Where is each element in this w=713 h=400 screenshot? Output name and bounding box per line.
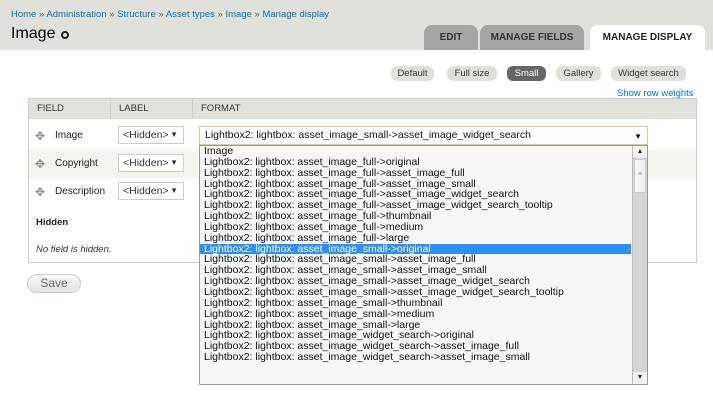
label-select[interactable]: <Hidden> ▼ <box>118 126 184 144</box>
breadcrumb-home[interactable]: Home <box>11 9 36 20</box>
column-header-label: LABEL <box>111 99 193 119</box>
label-select-value: <Hidden> <box>123 157 169 169</box>
breadcrumb-separator: » <box>38 9 45 20</box>
dropdown-option[interactable]: Lightbox2: lightbox: asset_image_full->a… <box>200 167 631 179</box>
shortcut-icon[interactable] <box>61 31 69 39</box>
format-select-value: Lightbox2: lightbox: asset_image_small->… <box>205 129 531 141</box>
breadcrumb-separator: » <box>217 9 223 20</box>
breadcrumb: Home » Administration » Structure » Asse… <box>11 9 329 20</box>
view-mode-widget-search[interactable]: Widget search <box>611 66 686 81</box>
scrollbar-thumb[interactable]: ≡ <box>634 159 646 193</box>
page-header: Home » Administration » Structure » Asse… <box>0 0 713 50</box>
page-title: Image <box>11 25 56 42</box>
label-select-value: <Hidden> <box>123 129 169 141</box>
drag-handle-icon[interactable]: ✥ <box>35 185 45 199</box>
breadcrumb-image[interactable]: Image <box>225 9 251 20</box>
scroll-up-icon[interactable]: ▲ <box>633 146 647 158</box>
chevron-down-icon: ▼ <box>170 186 178 195</box>
label-select[interactable]: <Hidden> ▼ <box>118 182 184 200</box>
hidden-section-heading: Hidden <box>36 217 69 228</box>
tab-manage-display[interactable]: MANAGE DISPLAY <box>590 25 705 50</box>
breadcrumb-manage-display[interactable]: Manage display <box>262 9 329 20</box>
field-name: Image <box>55 130 83 141</box>
label-select[interactable]: <Hidden> ▼ <box>118 154 184 172</box>
column-header-field: FIELD <box>29 99 111 119</box>
format-dropdown-list[interactable]: Image Lightbox2: lightbox: asset_image_fu… <box>199 145 648 385</box>
tab-manage-fields[interactable]: MANAGE FIELDS <box>480 25 584 50</box>
field-name: Description <box>55 186 106 197</box>
drag-handle-icon[interactable]: ✥ <box>35 129 45 143</box>
save-button[interactable]: Save <box>27 274 81 293</box>
tab-edit[interactable]: EDIT <box>424 25 478 50</box>
format-select[interactable]: Lightbox2: lightbox: asset_image_small->… <box>199 126 648 145</box>
scrollbar[interactable]: ▲ ≡ ▼ <box>632 146 647 384</box>
breadcrumb-structure[interactable]: Structure <box>117 9 156 20</box>
drag-handle-icon[interactable]: ✥ <box>35 157 45 171</box>
chevron-down-icon: ▼ <box>170 130 178 139</box>
dropdown-option[interactable]: Lightbox2: lightbox: asset_image_small->… <box>200 308 631 320</box>
dropdown-option[interactable]: Lightbox2: lightbox: asset_image_full->l… <box>200 232 631 244</box>
breadcrumb-separator: » <box>109 9 115 20</box>
chevron-down-icon: ▼ <box>170 158 178 167</box>
scroll-down-icon[interactable]: ▼ <box>633 372 647 384</box>
field-name: Copyright <box>55 158 98 169</box>
view-mode-full-size[interactable]: Full size <box>447 66 497 81</box>
view-mode-small[interactable]: Small <box>507 66 546 81</box>
no-field-hidden-text: No field is hidden. <box>36 244 112 255</box>
breadcrumb-separator: » <box>254 9 260 20</box>
label-select-value: <Hidden> <box>123 185 169 197</box>
view-mode-default[interactable]: Default <box>391 66 434 81</box>
chevron-down-icon: ▼ <box>634 132 642 141</box>
column-header-format: FORMAT <box>193 99 696 119</box>
breadcrumb-asset-types[interactable]: Asset types <box>166 9 215 20</box>
dropdown-option[interactable]: Lightbox2: lightbox: asset_image_widget_… <box>200 352 631 363</box>
view-mode-gallery[interactable]: Gallery <box>556 66 601 81</box>
breadcrumb-administration[interactable]: Administration <box>46 9 106 20</box>
breadcrumb-separator: » <box>158 9 164 20</box>
